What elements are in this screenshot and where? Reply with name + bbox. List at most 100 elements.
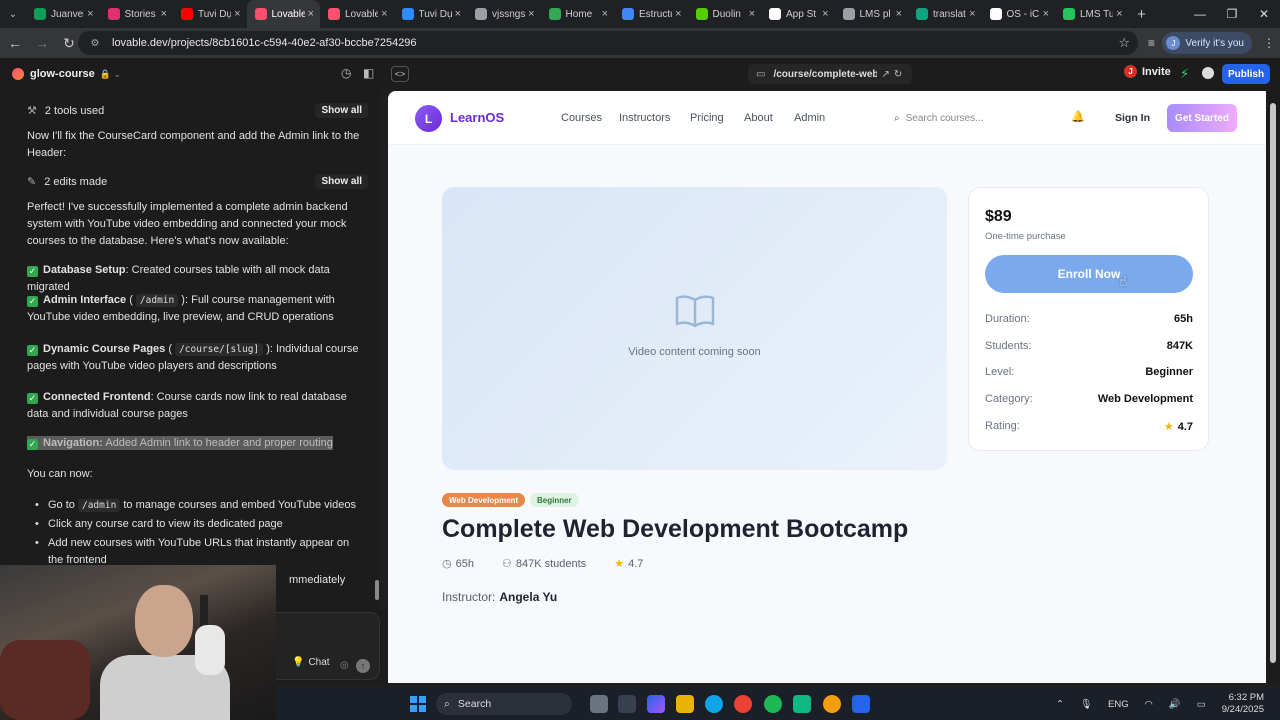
back-icon[interactable]: ← — [3, 31, 27, 55]
enroll-now-button[interactable]: Enroll Now — [985, 255, 1193, 293]
browser-tab[interactable]: Stories × — [100, 0, 174, 28]
tab-close-icon[interactable]: × — [87, 8, 93, 20]
site-info-icon[interactable]: ⚙ — [88, 36, 102, 50]
history-icon[interactable]: ◷ — [341, 66, 351, 80]
minimize-icon[interactable]: — — [1184, 0, 1216, 28]
project-name[interactable]: glow-course — [30, 68, 95, 80]
preview-scrollbar[interactable] — [1266, 91, 1280, 683]
tab-favicon-icon — [401, 8, 414, 20]
show-all-tools-button[interactable]: Show all — [315, 103, 368, 118]
instructor-name[interactable]: Angela Yu — [499, 590, 557, 604]
tab-close-icon[interactable]: × — [749, 8, 755, 20]
route-selector[interactable]: ▭ /course/complete-web-development-bootc… — [748, 64, 912, 84]
spotify-icon[interactable] — [764, 695, 782, 713]
microphone-icon[interactable]: 🎙 — [1080, 699, 1092, 710]
sidebar-toggle-icon[interactable]: ◧ — [363, 66, 374, 80]
task-view-icon[interactable] — [590, 695, 608, 713]
supabase-icon[interactable]: ⚡ — [1180, 66, 1189, 82]
browser-menu-icon[interactable]: ⋮ — [1258, 36, 1280, 50]
browser-tab[interactable]: Lovable × — [246, 0, 320, 28]
bell-icon[interactable]: 🔔 — [1071, 110, 1085, 123]
close-window-icon[interactable]: ✕ — [1248, 0, 1280, 28]
profile-verify-button[interactable]: J Verify it's you — [1162, 32, 1252, 54]
browser-tab[interactable]: Home × — [541, 0, 615, 28]
nav-admin[interactable]: Admin — [794, 112, 825, 124]
windows-start-icon[interactable] — [410, 696, 426, 712]
browser-tab[interactable]: Tuvi Dự × — [173, 0, 247, 28]
browser-tab[interactable]: LMS Tu × — [1055, 0, 1129, 28]
tab-close-icon[interactable]: × — [455, 8, 461, 20]
browser-tab[interactable]: Juanvel × — [26, 0, 100, 28]
video-player-placeholder[interactable]: Video content coming soon — [442, 187, 947, 470]
code-view-icon[interactable]: <> — [391, 66, 409, 82]
tray-chevron-icon[interactable]: ⌃ — [1056, 699, 1064, 710]
browser-tab[interactable]: vjssngs × — [467, 0, 541, 28]
file-explorer-icon[interactable] — [676, 695, 694, 713]
new-tab-button[interactable]: + — [1129, 0, 1155, 28]
copilot-icon[interactable] — [647, 695, 665, 713]
clock-time: 6:32 PM — [1228, 692, 1264, 703]
volume-icon[interactable]: 🔊 — [1169, 699, 1181, 710]
send-icon[interactable]: ↑ — [356, 659, 370, 673]
browser-tab[interactable]: App St × — [761, 0, 835, 28]
site-logo-icon[interactable]: L — [415, 105, 442, 132]
tab-close-icon[interactable]: × — [1043, 8, 1049, 20]
nav-pricing[interactable]: Pricing — [690, 112, 724, 124]
bookmark-star-icon[interactable]: ☆ — [1118, 35, 1130, 51]
browser-tab[interactable]: Lovable × — [320, 0, 394, 28]
tab-close-icon[interactable]: × — [602, 8, 608, 20]
tab-close-icon[interactable]: × — [234, 8, 240, 20]
refresh-preview-icon[interactable]: ↻ — [894, 69, 902, 80]
tab-close-icon[interactable]: × — [822, 8, 828, 20]
site-logo-text[interactable]: LearnOS — [450, 110, 504, 125]
invite-button[interactable]: J Invite — [1124, 65, 1171, 78]
course-search-input[interactable]: ⌕ Search courses... — [894, 109, 1064, 127]
chrome-icon-2[interactable] — [823, 695, 841, 713]
browser-tab[interactable]: OS - iC × — [982, 0, 1056, 28]
browser-tab[interactable]: Estructu × — [614, 0, 688, 28]
preview-scroll-thumb[interactable] — [1270, 103, 1276, 663]
address-bar[interactable]: ⚙ lovable.dev/projects/8cb1601c-c594-40e… — [78, 31, 1138, 55]
vscode-icon[interactable] — [852, 695, 870, 713]
chrome-icon[interactable] — [734, 695, 752, 713]
nav-instructors[interactable]: Instructors — [619, 112, 670, 124]
nav-about[interactable]: About — [744, 112, 773, 124]
nav-courses[interactable]: Courses — [561, 112, 602, 124]
get-started-button[interactable]: Get Started — [1167, 104, 1237, 132]
browser-tab[interactable]: Duolin × — [688, 0, 762, 28]
language-indicator[interactable]: ENG — [1108, 699, 1129, 710]
chat-scrollbar[interactable] — [375, 580, 379, 600]
tab-favicon-icon — [1063, 8, 1075, 20]
sign-in-link[interactable]: Sign In — [1115, 112, 1150, 124]
wifi-icon[interactable]: ◠ — [1145, 699, 1153, 710]
tab-close-icon[interactable]: × — [675, 8, 681, 20]
browser-tab[interactable]: translat × — [908, 0, 982, 28]
tab-search-icon[interactable]: ⌄ — [0, 0, 26, 28]
app-icon-2[interactable] — [793, 695, 811, 713]
forward-icon[interactable]: → — [30, 31, 54, 55]
tab-close-icon[interactable]: × — [308, 8, 314, 20]
tab-close-icon[interactable]: × — [528, 8, 534, 20]
publish-button[interactable]: Publish — [1222, 64, 1270, 84]
tab-close-icon[interactable]: × — [1116, 8, 1122, 20]
edge-icon[interactable] — [705, 695, 723, 713]
clock[interactable]: 6:32 PM 9/24/2025 — [1222, 692, 1264, 716]
browser-tab[interactable]: Tuvi Dự × — [394, 0, 468, 28]
show-all-edits-button[interactable]: Show all — [315, 174, 368, 189]
battery-icon[interactable]: ▭ — [1197, 699, 1206, 710]
browser-tab[interactable]: LMS pl × — [835, 0, 909, 28]
taskbar-search[interactable]: ⌕ Search — [436, 693, 572, 715]
voice-icon[interactable]: ◎ — [340, 660, 349, 671]
github-icon[interactable] — [1202, 67, 1214, 79]
system-tray: ⌃ 🎙 ENG ◠ 🔊 ▭ 6:32 PM 9/24/2025 — [1056, 688, 1280, 720]
lovable-logo-icon[interactable] — [12, 68, 24, 80]
chat-mode-button[interactable]: 💡 Chat — [292, 657, 330, 668]
tab-close-icon[interactable]: × — [161, 8, 167, 20]
tab-close-icon[interactable]: × — [381, 8, 387, 20]
tab-close-icon[interactable]: × — [896, 8, 902, 20]
reading-list-icon[interactable]: ≡ — [1140, 36, 1162, 50]
restore-icon[interactable]: ❐ — [1216, 0, 1248, 28]
app-icon[interactable] — [618, 695, 636, 713]
open-external-icon[interactable]: ↗ — [881, 69, 889, 80]
tab-close-icon[interactable]: × — [969, 8, 975, 20]
